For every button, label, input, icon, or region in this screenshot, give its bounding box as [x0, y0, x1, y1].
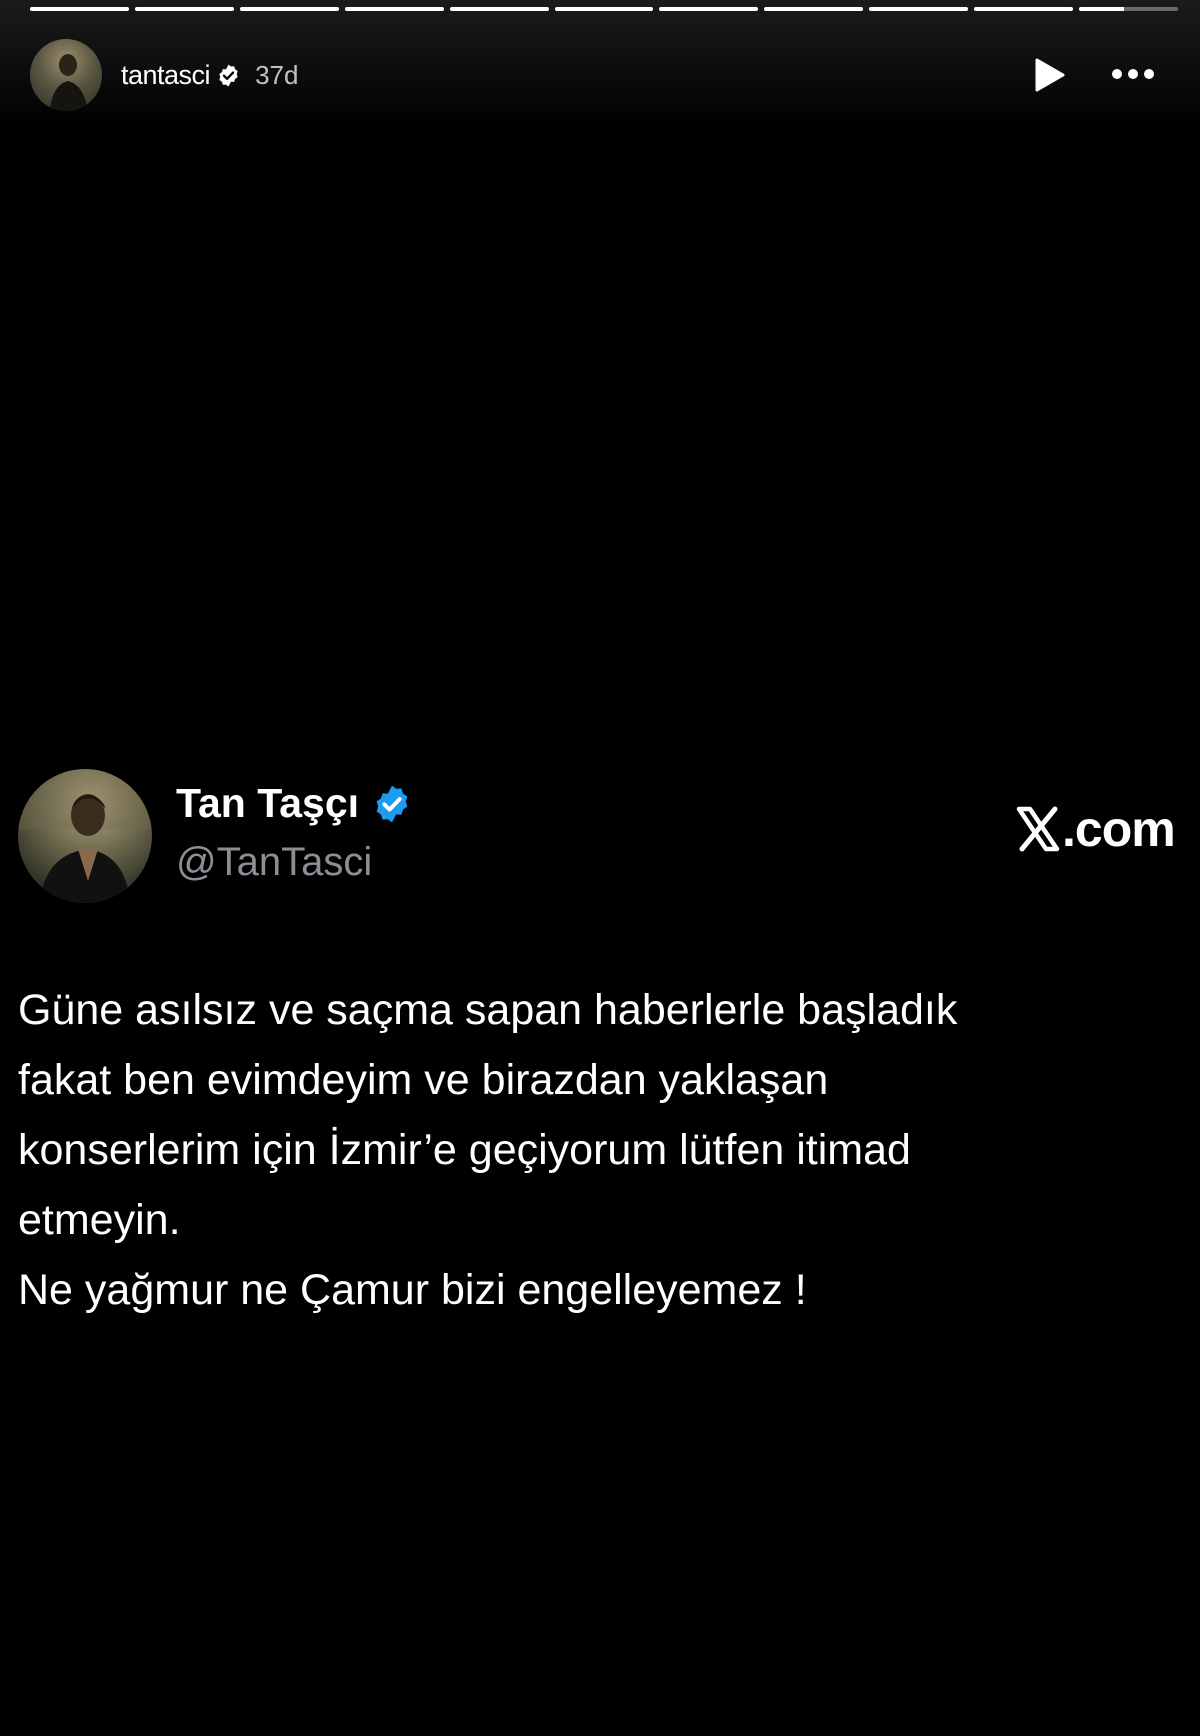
x-brand: .com	[1016, 800, 1176, 858]
progress-segment	[134, 7, 234, 11]
progress-segment	[764, 7, 864, 11]
progress-segment	[659, 7, 759, 11]
tweet-handle: @TanTasci	[176, 840, 373, 884]
x-domain-text: .com	[1062, 801, 1176, 857]
progress-segment	[344, 7, 444, 11]
story-timestamp: 37d	[255, 59, 299, 90]
verified-badge-icon	[219, 64, 238, 86]
progress-segment	[1079, 7, 1178, 11]
progress-segment	[449, 7, 549, 11]
progress-fill	[659, 7, 759, 11]
progress-fill	[869, 7, 969, 11]
more-horizontal-icon[interactable]	[1109, 58, 1157, 90]
progress-fill	[1079, 7, 1124, 11]
progress-fill	[30, 7, 129, 11]
progress-fill	[239, 7, 339, 11]
story-header: tantasci 37d	[30, 38, 298, 112]
progress-segment	[974, 7, 1074, 11]
progress-fill	[344, 7, 444, 11]
play-icon[interactable]	[1034, 57, 1066, 93]
progress-segment	[30, 7, 129, 11]
verified-badge-icon	[376, 785, 408, 822]
story-progress	[30, 7, 1178, 12]
progress-segment	[554, 7, 654, 11]
story-avatar[interactable]	[30, 39, 102, 111]
tweet-display-name: Tan Taşçı	[176, 780, 360, 826]
tweet-body: Güne asılsız ve saçma sapan haberlerle b…	[18, 986, 958, 1314]
story-username[interactable]: tantasci	[121, 60, 211, 91]
x-logo-icon	[1016, 806, 1060, 852]
progress-fill	[764, 7, 864, 11]
tweet-avatar	[18, 769, 152, 903]
progress-fill	[134, 7, 234, 11]
person-silhouette	[50, 54, 88, 111]
person-photo	[18, 769, 152, 903]
progress-segment	[239, 7, 339, 11]
progress-fill	[974, 7, 1074, 11]
progress-fill	[449, 7, 549, 11]
progress-fill	[554, 7, 654, 11]
tweet-author: Tan Taşçı	[176, 780, 413, 827]
progress-segment	[869, 7, 969, 11]
